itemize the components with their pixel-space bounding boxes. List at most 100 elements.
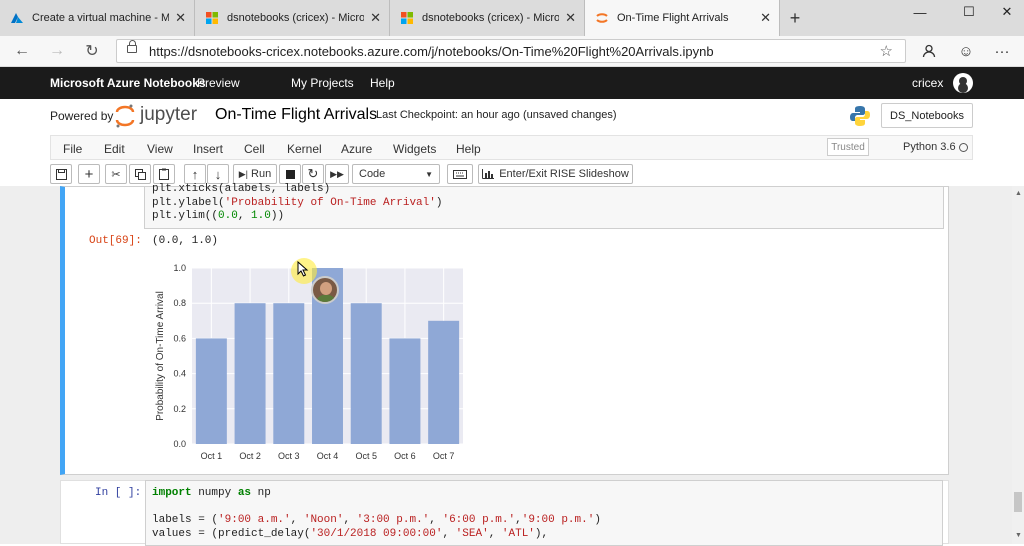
- menu-insert[interactable]: Insert: [193, 142, 223, 156]
- refresh-icon[interactable]: ↻: [80, 40, 104, 62]
- y-tick-label: 1.0: [173, 263, 186, 273]
- copy-button[interactable]: [129, 164, 151, 184]
- insert-cell-button[interactable]: +: [78, 164, 100, 184]
- lock-icon: [127, 40, 137, 53]
- selected-code-cell[interactable]: plt.xticks(alabels, labels) plt.ylabel('…: [60, 183, 949, 475]
- restart-run-all-button[interactable]: ▶▶: [325, 164, 349, 184]
- keyboard-icon: [453, 169, 467, 179]
- menu-help[interactable]: Help: [456, 142, 481, 156]
- x-tick-label: Oct 4: [317, 451, 339, 461]
- run-label: Run: [251, 168, 272, 180]
- input-prompt: In [ ]:: [95, 487, 142, 499]
- close-icon[interactable]: ✕: [175, 10, 186, 26]
- chevron-down-icon: ▼: [425, 169, 433, 179]
- menu-azure[interactable]: Azure: [341, 142, 372, 156]
- arrow-down-icon: ↓: [214, 166, 222, 182]
- code-input-area[interactable]: import numpy as np labels = ('9:00 a.m.'…: [145, 480, 943, 546]
- code-line: import numpy as np: [152, 487, 271, 499]
- notebook-title[interactable]: On-Time Flight Arrivals: [215, 106, 377, 124]
- forward-icon[interactable]: →: [45, 40, 69, 62]
- user-avatar[interactable]: [953, 73, 973, 93]
- paste-button[interactable]: [153, 164, 175, 184]
- tab-title: Create a virtual machine - Micros: [32, 12, 170, 24]
- bar-oct-5: [350, 303, 382, 444]
- url-field[interactable]: https://dsnotebooks-cricex.notebooks.azu…: [116, 39, 906, 63]
- step-forward-icon: ▶|: [238, 168, 249, 179]
- cut-button[interactable]: ✂: [105, 164, 127, 184]
- scrollbar-thumb[interactable]: [1014, 492, 1022, 512]
- cell-type-select[interactable]: Code ▼: [352, 164, 440, 184]
- code-line: labels = ('9:00 a.m.', 'Noon', '3:00 p.m…: [152, 514, 601, 526]
- tab-on-time-flight[interactable]: On-Time Flight Arrivals ✕: [585, 0, 780, 36]
- feedback-smiley-icon[interactable]: ☺: [954, 40, 978, 62]
- presenter-avatar: [311, 276, 339, 304]
- copy-icon: [134, 168, 146, 180]
- fast-forward-icon: ▶▶: [330, 168, 344, 179]
- more-menu-icon[interactable]: ···: [990, 40, 1014, 62]
- close-window-button[interactable]: ✕: [986, 0, 1024, 24]
- plus-icon: +: [84, 165, 94, 183]
- interrupt-button[interactable]: [279, 164, 301, 184]
- scissors-icon: ✂: [111, 168, 121, 181]
- tab-create-vm[interactable]: Create a virtual machine - Micros ✕: [0, 0, 195, 36]
- save-button[interactable]: [50, 164, 72, 184]
- scrollbar[interactable]: ▲ ▼: [1012, 186, 1024, 544]
- address-bar-row: ← → ↻ https://dsnotebooks-cricex.noteboo…: [0, 36, 1024, 67]
- y-tick-label: 0.2: [173, 404, 186, 414]
- kernel-idle-icon: [959, 143, 968, 152]
- tab-dsnotebooks-2[interactable]: dsnotebooks (cricex) - Microsoft ✕: [390, 0, 585, 36]
- scroll-up-icon[interactable]: ▲: [1015, 190, 1022, 197]
- maximize-button[interactable]: ☐: [948, 0, 990, 24]
- y-tick-label: 0.8: [173, 298, 186, 308]
- y-axis-label: Probability of On-Time Arrival: [155, 291, 166, 421]
- code-cell[interactable]: In [ ]: import numpy as np labels = ('9:…: [60, 480, 949, 546]
- mouse-pointer-icon: [297, 261, 309, 277]
- paste-icon: [158, 168, 169, 180]
- user-name[interactable]: cricex: [912, 76, 943, 90]
- bar-oct-1: [195, 338, 227, 444]
- move-down-button[interactable]: ↓: [207, 164, 229, 184]
- scroll-down-icon[interactable]: ▼: [1015, 532, 1022, 539]
- command-palette-button[interactable]: [447, 164, 473, 184]
- arrow-up-icon: ↑: [191, 166, 199, 182]
- my-projects-link[interactable]: My Projects: [291, 76, 354, 90]
- run-button[interactable]: ▶| Run: [233, 164, 277, 184]
- checkpoint-label: Last Checkpoint: an hour ago: [376, 109, 520, 121]
- azure-icon: [11, 13, 23, 23]
- jupyter-logo-text[interactable]: jupyter: [140, 104, 197, 126]
- move-up-button[interactable]: ↑: [184, 164, 206, 184]
- back-icon[interactable]: ←: [10, 40, 34, 62]
- trusted-indicator[interactable]: Trusted: [827, 138, 869, 156]
- menu-edit[interactable]: Edit: [104, 142, 125, 156]
- tab-dsnotebooks-1[interactable]: dsnotebooks (cricex) - Microsoft ✕: [195, 0, 390, 36]
- cell-type-value: Code: [359, 168, 386, 180]
- restart-button[interactable]: ↻: [302, 164, 324, 184]
- menu-cell[interactable]: Cell: [244, 142, 265, 156]
- profile-icon[interactable]: [917, 40, 941, 62]
- favorite-star-icon[interactable]: ☆: [880, 42, 893, 60]
- jupyter-icon: [596, 13, 608, 23]
- menu-view[interactable]: View: [147, 142, 173, 156]
- code-input-area[interactable]: plt.xticks(alabels, labels) plt.ylabel('…: [144, 183, 944, 229]
- menu-file[interactable]: File: [63, 142, 82, 156]
- preview-label: Preview: [197, 76, 240, 90]
- menu-widgets[interactable]: Widgets: [393, 142, 436, 156]
- new-tab-button[interactable]: +: [780, 0, 810, 36]
- azure-brand[interactable]: Microsoft Azure Notebooks: [50, 76, 206, 90]
- project-button[interactable]: DS_Notebooks: [881, 103, 973, 128]
- bar-oct-3: [273, 303, 305, 444]
- y-tick-label: 0.0: [173, 439, 186, 449]
- x-tick-label: Oct 3: [278, 451, 300, 461]
- close-icon[interactable]: ✕: [370, 10, 381, 26]
- rise-slideshow-button[interactable]: Enter/Exit RISE Slideshow: [478, 164, 633, 184]
- help-link[interactable]: Help: [370, 76, 395, 90]
- close-icon[interactable]: ✕: [565, 10, 576, 26]
- menu-kernel[interactable]: Kernel: [287, 142, 322, 156]
- x-tick-label: Oct 5: [355, 451, 377, 461]
- microsoft-icon: [401, 12, 413, 24]
- close-icon[interactable]: ✕: [760, 10, 771, 26]
- code-line: values = (predict_delay('30/1/2018 09:00…: [152, 528, 549, 540]
- kernel-name[interactable]: Python 3.6: [903, 141, 956, 153]
- azure-notebooks-bar: Microsoft Azure Notebooks Preview My Pro…: [0, 67, 1024, 99]
- minimize-button[interactable]: —: [899, 0, 941, 24]
